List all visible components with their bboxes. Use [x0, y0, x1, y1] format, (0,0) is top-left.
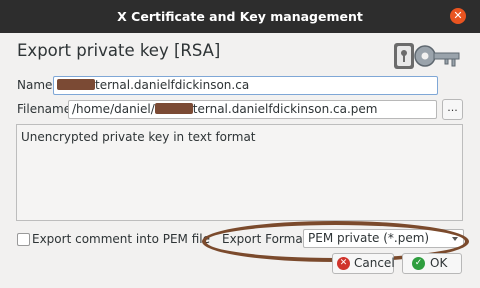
name-value: ternal.danielfdickinson.ca	[95, 78, 250, 92]
cancel-label: Cancel	[354, 256, 395, 270]
page-title: Export private key [RSA]	[17, 41, 221, 60]
window-title: X Certificate and Key management	[117, 9, 363, 24]
export-comment-checkbox[interactable]	[17, 233, 30, 246]
redaction-mark	[154, 103, 193, 114]
filename-suffix: ternal.danielfdickinson.ca.pem	[192, 102, 378, 116]
name-label: Name	[17, 78, 53, 92]
filename-prefix: /home/daniel/	[72, 102, 155, 116]
key-icon	[394, 43, 460, 69]
description-box: Unencrypted private key in text format	[16, 124, 463, 221]
cancel-button[interactable]: ✕ Cancel	[332, 253, 395, 274]
filename-label: Filename	[17, 102, 72, 116]
name-field[interactable]: ternal.danielfdickinson.ca	[53, 76, 438, 95]
cancel-icon: ✕	[337, 257, 350, 270]
description-text: Unencrypted private key in text format	[21, 130, 256, 144]
filename-field[interactable]: /home/daniel/ternal.danielfdickinson.ca.…	[68, 100, 437, 119]
browse-button[interactable]: ...	[442, 99, 463, 120]
redaction-mark	[57, 79, 95, 90]
ok-label: OK	[430, 256, 448, 270]
ok-button[interactable]: ✓ OK	[402, 253, 462, 274]
check-icon: ✓	[412, 257, 425, 270]
dialog-window: X Certificate and Key management ✕ Expor…	[0, 0, 480, 288]
export-comment-label[interactable]: Export comment into PEM file	[32, 232, 210, 246]
close-icon[interactable]: ✕	[450, 8, 466, 24]
titlebar: X Certificate and Key management ✕	[0, 0, 480, 33]
